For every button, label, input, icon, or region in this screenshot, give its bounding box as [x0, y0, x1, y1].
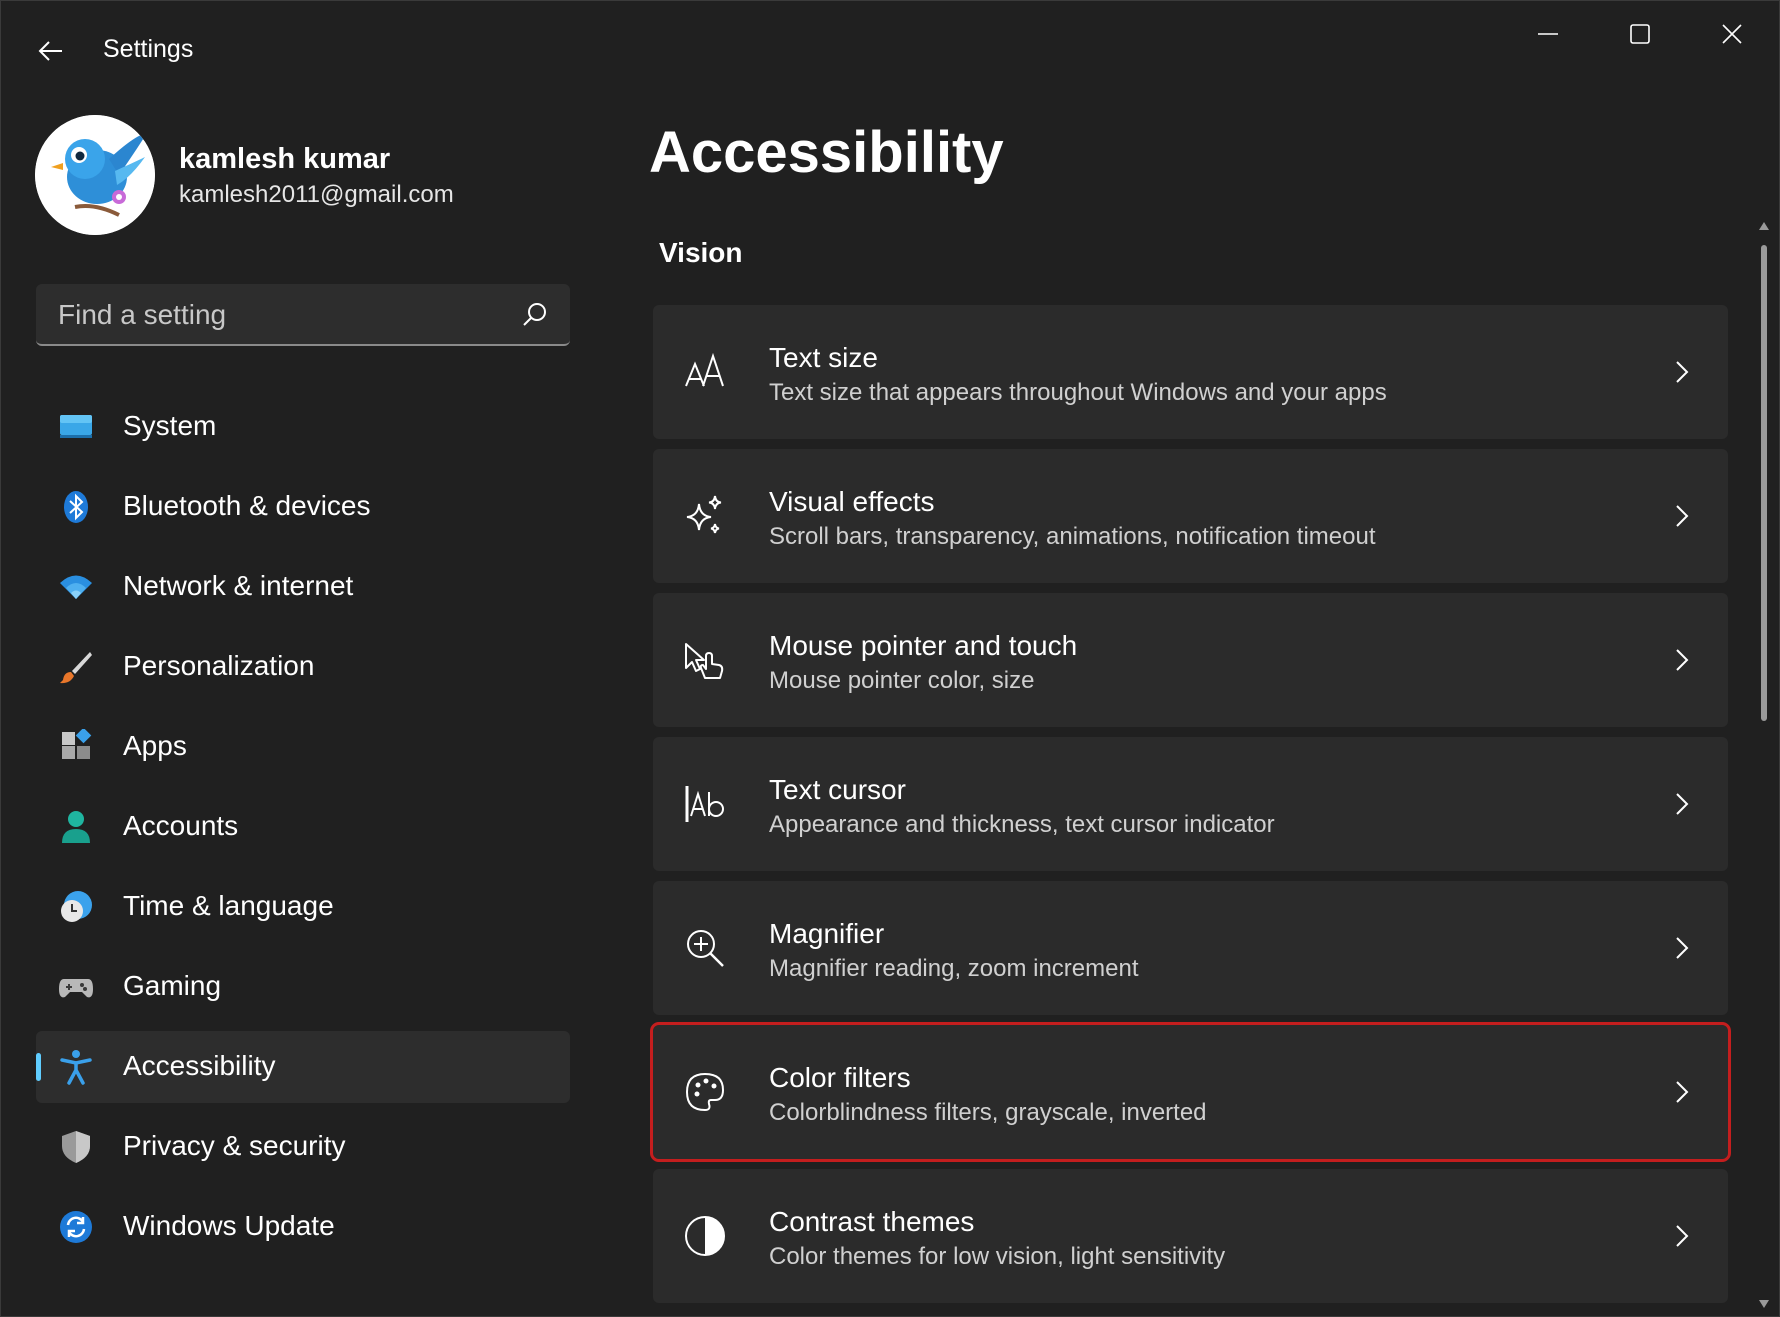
card-title: Text cursor: [769, 774, 906, 805]
pointer-touch-icon: [685, 643, 724, 679]
card-subtitle: Colorblindness filters, grayscale, inver…: [769, 1099, 1207, 1126]
card-title: Text size: [769, 342, 878, 373]
card-title: Mouse pointer and touch: [769, 630, 1078, 661]
section-title: Vision: [659, 237, 743, 268]
wifi-icon: [60, 575, 92, 599]
user-name: kamlesh kumar: [179, 143, 391, 175]
sidebar-item-system[interactable]: System: [36, 391, 570, 463]
chevron-right-icon: [1676, 361, 1689, 383]
sidebar-item-label: Accessibility: [123, 1050, 276, 1081]
back-arrow-icon: [38, 41, 62, 61]
system-icon: [60, 415, 92, 438]
scrollbar-thumb[interactable]: [1761, 245, 1767, 721]
card-subtitle: Scroll bars, transparency, animations, n…: [769, 523, 1376, 550]
sidebar-item-label: Network & internet: [123, 570, 354, 601]
apps-icon: [62, 729, 92, 759]
sidebar-item-label: Personalization: [123, 650, 315, 681]
search-icon[interactable]: [522, 301, 548, 327]
card-mouse-pointer-touch[interactable]: Mouse pointer and touch Mouse pointer co…: [653, 593, 1728, 727]
bird-avatar-icon: [35, 115, 155, 235]
brush-icon: [60, 652, 92, 684]
selection-indicator: [36, 1053, 41, 1081]
gamepad-icon: [59, 979, 93, 998]
bluetooth-icon: [64, 491, 88, 523]
chevron-right-icon: [1676, 1081, 1689, 1103]
sidebar-item-bluetooth[interactable]: Bluetooth & devices: [36, 471, 570, 543]
title-bar: Settings: [1, 1, 1779, 101]
text-cursor-icon: [685, 786, 724, 822]
person-icon: [62, 811, 90, 843]
user-email: kamlesh2011@gmail.com: [179, 181, 454, 208]
sidebar-item-gaming[interactable]: Gaming: [36, 951, 570, 1023]
sidebar-item-label: Accounts: [123, 810, 239, 841]
search-box[interactable]: [36, 284, 570, 346]
card-subtitle: Color themes for low vision, light sensi…: [769, 1243, 1226, 1270]
sidebar-item-apps[interactable]: Apps: [36, 711, 570, 783]
card-title: Color filters: [769, 1062, 911, 1093]
scrollbar[interactable]: [1755, 219, 1773, 1311]
sidebar-nav: System Bluetooth & devices Network & int…: [36, 391, 570, 1271]
close-icon: [1722, 24, 1742, 44]
chevron-right-icon: [1676, 505, 1689, 527]
card-title: Visual effects: [769, 486, 935, 517]
sidebar-item-label: Apps: [123, 730, 187, 761]
sparkle-icon: [686, 495, 722, 534]
card-contrast-themes[interactable]: Contrast themes Color themes for low vis…: [653, 1169, 1728, 1303]
sidebar-item-network[interactable]: Network & internet: [36, 551, 570, 623]
accessibility-icon: [60, 1050, 92, 1085]
magnifier-icon: [687, 930, 724, 967]
sidebar-item-label: System: [123, 410, 217, 441]
card-title: Magnifier: [769, 918, 885, 949]
card-visual-effects[interactable]: Visual effects Scroll bars, transparency…: [653, 449, 1728, 583]
card-text-size[interactable]: Text size Text size that appears through…: [653, 305, 1728, 439]
back-button[interactable]: [31, 31, 71, 71]
sidebar-item-label: Windows Update: [123, 1210, 335, 1241]
maximize-icon: [1630, 24, 1650, 44]
sidebar-item-label: Bluetooth & devices: [123, 490, 371, 521]
sidebar-item-label: Time & language: [123, 890, 334, 921]
card-subtitle: Appearance and thickness, text cursor in…: [769, 811, 1275, 838]
sidebar-item-personalization[interactable]: Personalization: [36, 631, 570, 703]
sidebar-item-label: Gaming: [123, 970, 222, 1001]
sidebar-item-label: Privacy & security: [123, 1130, 346, 1161]
minimize-button[interactable]: [1503, 9, 1593, 59]
maximize-button[interactable]: [1595, 9, 1685, 59]
card-subtitle: Mouse pointer color, size: [769, 667, 1035, 694]
sidebar-item-privacy-security[interactable]: Privacy & security: [36, 1111, 570, 1183]
search-input[interactable]: [56, 284, 510, 346]
close-button[interactable]: [1687, 9, 1777, 59]
card-subtitle: Text size that appears throughout Window…: [769, 379, 1387, 406]
sidebar-item-time-language[interactable]: Time & language: [36, 871, 570, 943]
chevron-right-icon: [1676, 937, 1689, 959]
sidebar-item-windows-update[interactable]: Windows Update: [36, 1191, 570, 1263]
chevron-right-icon: [1676, 649, 1689, 671]
scroll-up-arrow-icon[interactable]: [1759, 221, 1769, 231]
sidebar-item-accounts[interactable]: Accounts: [36, 791, 570, 863]
app-title: Settings: [103, 35, 194, 63]
chevron-right-icon: [1676, 793, 1689, 815]
card-title: Contrast themes: [769, 1206, 975, 1237]
minimize-icon: [1538, 33, 1558, 35]
card-magnifier[interactable]: Magnifier Magnifier reading, zoom increm…: [653, 881, 1728, 1015]
text-size-icon: [685, 352, 724, 387]
settings-window: Settings kamlesh kumar kamlesh2011@gmail…: [0, 0, 1780, 1317]
shield-icon: [62, 1131, 90, 1163]
sidebar-item-accessibility[interactable]: Accessibility: [36, 1031, 570, 1103]
card-subtitle: Magnifier reading, zoom increment: [769, 955, 1139, 982]
update-icon: [60, 1211, 92, 1243]
contrast-icon: [685, 1216, 725, 1256]
avatar[interactable]: [35, 115, 155, 235]
settings-card-list: Text size Text size that appears through…: [650, 305, 1731, 1313]
chevron-right-icon: [1676, 1225, 1689, 1247]
scroll-down-arrow-icon[interactable]: [1759, 1299, 1769, 1309]
clock-globe-icon: [61, 891, 92, 922]
page-title: Accessibility: [649, 120, 1004, 185]
palette-icon: [685, 1072, 725, 1112]
card-text-cursor[interactable]: Text cursor Appearance and thickness, te…: [653, 737, 1728, 871]
card-color-filters[interactable]: Color filters Colorblindness filters, gr…: [650, 1022, 1731, 1162]
